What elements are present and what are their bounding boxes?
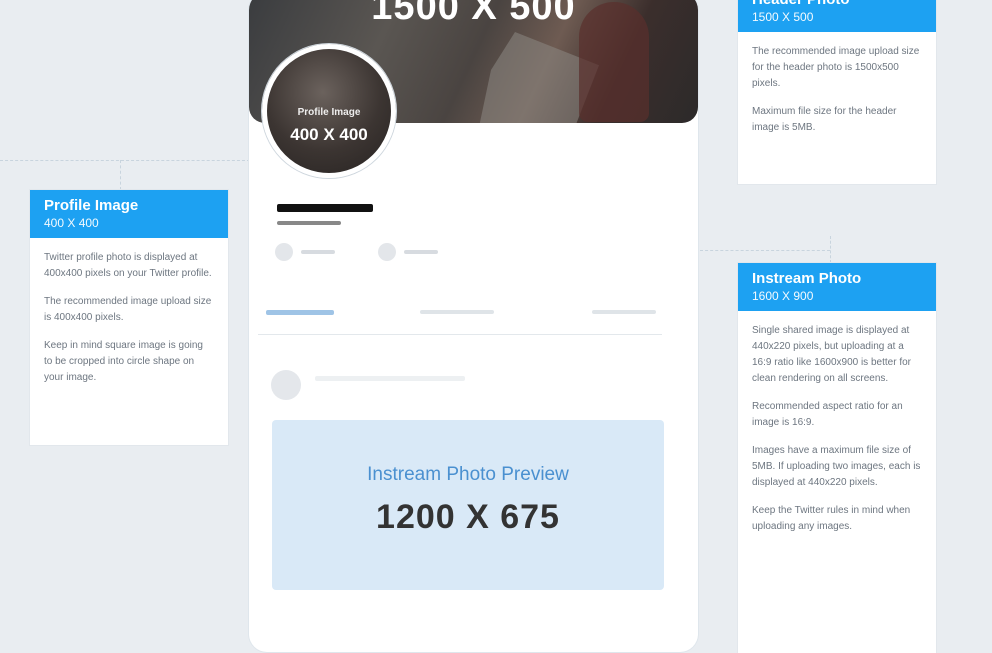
panel-paragraph: Keep in mind square image is going to be… — [44, 340, 203, 383]
connector-line — [830, 236, 831, 263]
instream-preview-title: Instream Photo Preview — [367, 464, 569, 485]
panel-paragraph: Maximum file size for the header image i… — [752, 106, 897, 133]
panel-subtitle: 400 X 400 — [44, 216, 99, 230]
panel-header: Profile Image 400 X 400 — [30, 190, 228, 238]
profile-tabs — [258, 300, 662, 335]
panel-body: The recommended image upload size for th… — [738, 32, 936, 158]
meta-text-placeholder — [301, 250, 335, 254]
panel-paragraph: Images have a maximum file size of 5MB. … — [752, 445, 921, 488]
panel-paragraph: Keep the Twitter rules in mind when uplo… — [752, 505, 911, 532]
tab-tweets[interactable] — [266, 310, 334, 315]
connector-line — [700, 250, 830, 251]
panel-header: Instream Photo 1600 X 900 — [738, 263, 936, 311]
panel-paragraph: The recommended image upload size is 400… — [44, 296, 212, 323]
profile-photo-size: 400 X 400 — [290, 125, 368, 144]
panel-title: Profile Image — [44, 197, 139, 214]
profile-meta-location — [275, 243, 335, 261]
panel-paragraph: The recommended image upload size for th… — [752, 46, 920, 89]
connector-line — [120, 160, 121, 190]
panel-body: Twitter profile photo is displayed at 40… — [30, 238, 228, 408]
panel-header: Header Photo 1500 X 500 — [738, 0, 936, 32]
panel-paragraph: Single shared image is displayed at 440x… — [752, 325, 911, 384]
profile-meta-link — [378, 243, 438, 261]
connector-line — [0, 160, 250, 161]
header-photo-size: 1500 X 500 — [371, 0, 576, 28]
profile-photo-label: Profile Image — [297, 107, 361, 118]
panel-paragraph: Twitter profile photo is displayed at 40… — [44, 252, 212, 279]
tweet-avatar — [271, 370, 301, 400]
link-icon — [378, 243, 396, 261]
profile-photo-preview: Profile Image 400 X 400 — [262, 44, 396, 178]
tab-media[interactable] — [592, 310, 656, 314]
instream-preview-size: 1200 X 675 — [376, 498, 560, 536]
profile-handle-placeholder — [277, 221, 341, 225]
panel-subtitle: 1500 X 500 — [752, 10, 814, 24]
location-icon — [275, 243, 293, 261]
tweet-text-placeholder — [315, 376, 465, 381]
header-photo-panel: Header Photo 1500 X 500 The recommended … — [738, 0, 936, 184]
panel-title: Header Photo — [752, 0, 922, 9]
instream-photo-panel: Instream Photo 1600 X 900 Single shared … — [738, 263, 936, 653]
panel-subtitle: 1600 X 900 — [752, 289, 814, 303]
tab-replies[interactable] — [420, 310, 494, 314]
profile-image-panel: Profile Image 400 X 400 Twitter profile … — [30, 190, 228, 445]
panel-body: Single shared image is displayed at 440x… — [738, 311, 936, 557]
meta-text-placeholder — [404, 250, 438, 254]
panel-title: Instream Photo — [752, 270, 862, 287]
instream-photo-preview: Instream Photo Preview 1200 X 675 — [272, 420, 664, 590]
profile-name-placeholder — [277, 204, 373, 212]
panel-paragraph: Recommended aspect ratio for an image is… — [752, 401, 903, 428]
